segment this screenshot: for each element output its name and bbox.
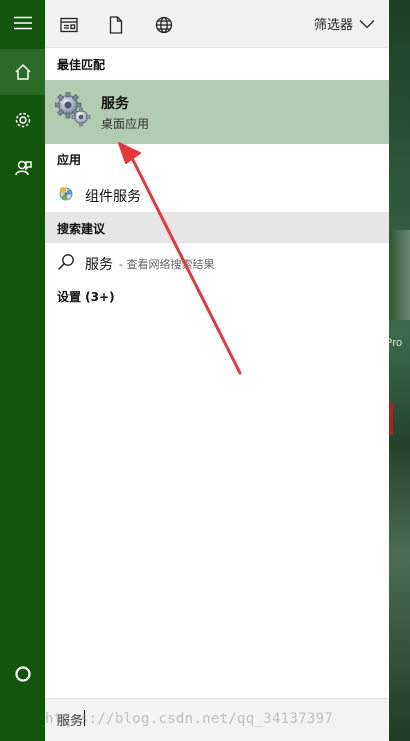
suggestion-description: - 查看网络搜索结果	[119, 258, 215, 271]
cortana-button[interactable]	[0, 651, 45, 697]
best-match-heading: 最佳匹配	[57, 58, 106, 72]
web-search-suggestion[interactable]: 服务 - 查看网络搜索结果	[45, 248, 389, 276]
settings-button[interactable]	[0, 97, 45, 143]
web-button[interactable]	[153, 14, 175, 36]
desktop-red-strip	[389, 403, 393, 435]
cortana-circle-icon	[14, 666, 31, 682]
chevron-down-icon	[359, 19, 375, 28]
settings-heading[interactable]: 设置 (3+)	[57, 288, 115, 305]
globe-icon	[155, 16, 173, 34]
feedback-icon	[14, 160, 32, 176]
best-match-title: 服务	[101, 96, 129, 112]
search-panel: 筛选器 最佳匹配 服务 桌面应用 应用 组件服务 搜索建议 服务 - 查看网络搜…	[45, 0, 389, 741]
search-icon	[57, 254, 74, 271]
home-icon	[14, 63, 31, 80]
document-view-icon	[60, 17, 78, 33]
watermark: https://blog.csdn.net/qq_34137397	[45, 711, 334, 727]
filter-label: 筛选器	[313, 18, 353, 33]
search-suggestions-heading: 搜索建议	[57, 222, 106, 236]
filter-dropdown[interactable]: 筛选器	[314, 14, 375, 33]
feedback-button[interactable]	[0, 145, 45, 191]
component-services-icon	[59, 187, 73, 201]
apps-heading: 应用	[57, 153, 82, 167]
document-icon	[109, 16, 123, 34]
best-match-result[interactable]: 服务 桌面应用	[45, 80, 389, 144]
desktop-window-edge	[389, 230, 410, 320]
start-rail	[0, 0, 45, 741]
document-view-button[interactable]	[58, 14, 80, 36]
home-button[interactable]	[0, 49, 45, 95]
gears-icon	[55, 92, 91, 127]
hamburger-icon	[13, 16, 32, 30]
app-result-component-services[interactable]: 组件服务	[45, 178, 389, 210]
best-match-subtitle: 桌面应用	[101, 117, 150, 131]
hamburger-button[interactable]	[0, 0, 45, 46]
app-result-label: 组件服务	[85, 189, 141, 205]
documents-button[interactable]	[105, 14, 127, 36]
search-suggestions-header: 搜索建议	[45, 212, 389, 243]
panel-toolbar: 筛选器	[45, 0, 389, 48]
suggestion-term: 服务	[85, 257, 113, 273]
gear-icon	[15, 112, 30, 128]
desktop-background: Pro	[385, 0, 410, 741]
